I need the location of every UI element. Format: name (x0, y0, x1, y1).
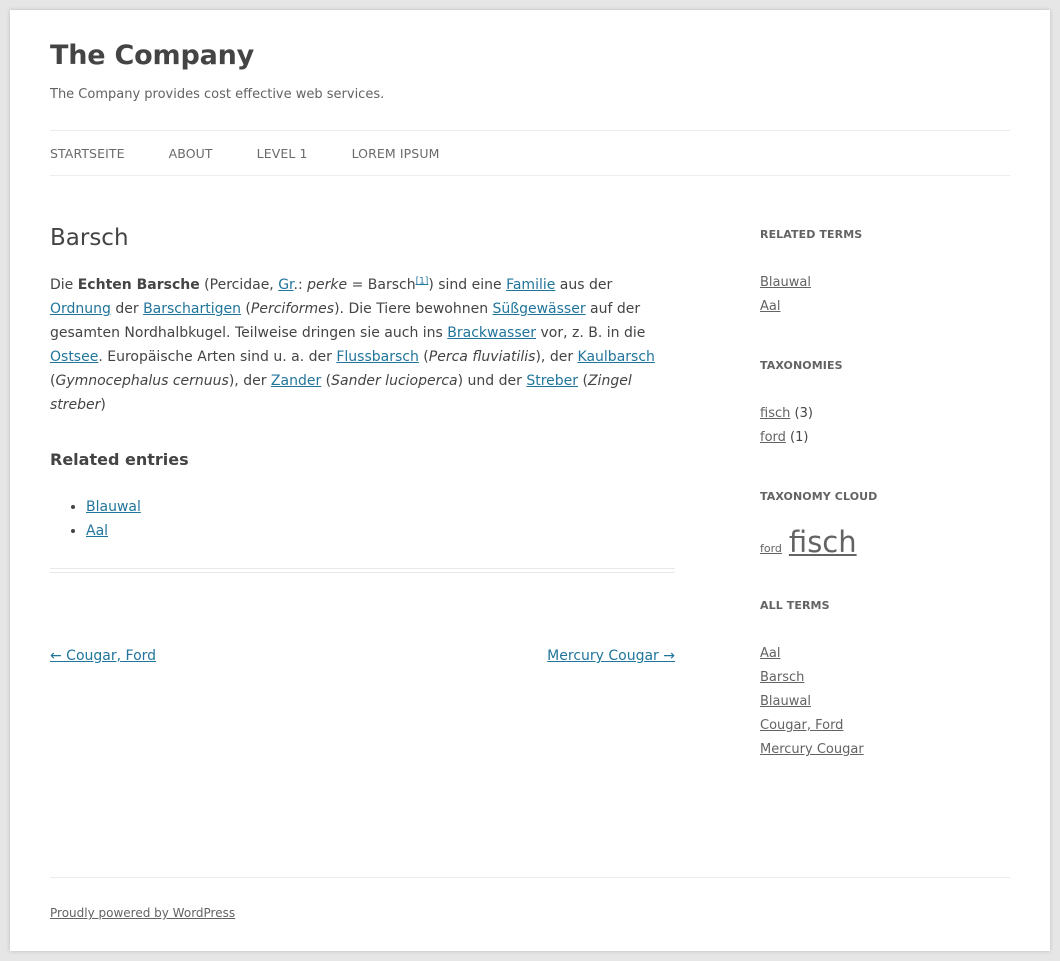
text: ), der (228, 373, 271, 389)
main-navigation: STARTSEITE ABOUT LEVEL 1 LOREM IPSUM (50, 130, 1010, 176)
link-gr[interactable]: Gr (278, 277, 293, 293)
text: . Europäische Arten sind u. a. der (98, 349, 337, 365)
link-brackwasser[interactable]: Brackwasser (447, 325, 536, 341)
link-ordnung[interactable]: Ordnung (50, 301, 111, 317)
text: ) und der (457, 373, 527, 389)
link-barschartigen[interactable]: Barschartigen (143, 301, 241, 317)
related-entry-link[interactable]: Blauwal (86, 499, 141, 515)
list-item: ford (1) (760, 426, 1010, 450)
text: ( (321, 373, 332, 389)
term-link[interactable]: Barsch (760, 670, 804, 685)
all-terms-list: Aal Barsch Blauwal Cougar, Ford Mercury … (760, 642, 1010, 762)
term-link[interactable]: Cougar, Ford (760, 718, 843, 733)
text: .: (293, 277, 308, 293)
list-item: Cougar, Ford (760, 714, 1010, 738)
term-link[interactable]: Mercury Cougar (760, 742, 864, 757)
bold-term: Echten Barsche (77, 277, 200, 293)
main-content: Barsch Die Echten Barsche (Percidae, Gr.… (50, 220, 675, 543)
nav-item-level-1[interactable]: LEVEL 1 (257, 146, 308, 161)
footer-divider (50, 877, 1010, 878)
italic-term: Perciformes (250, 301, 335, 317)
italic-term: Perca fluviatilis (428, 349, 536, 365)
widget-title: RELATED TERMS (760, 228, 863, 241)
taxonomy-count: (3) (794, 406, 813, 421)
text: Die (50, 277, 78, 293)
list-item: Aal (760, 642, 1010, 666)
previous-post-link[interactable]: ← Cougar, Ford (50, 648, 156, 664)
taxonomy-cloud: ford fisch (760, 525, 1010, 559)
text: ), der (535, 349, 578, 365)
text: ( (240, 301, 251, 317)
list-item: Blauwal (760, 690, 1010, 714)
taxonomy-link[interactable]: fisch (760, 406, 790, 421)
taxonomies-list: fisch (3) ford (1) (760, 402, 1010, 450)
next-post-link[interactable]: Mercury Cougar → (547, 648, 675, 664)
list-item: Aal (86, 519, 675, 543)
text: ( (578, 373, 588, 389)
taxonomy-link[interactable]: ford (760, 430, 786, 445)
entry-paragraph: Die Echten Barsche (Percidae, Gr.: perke… (50, 273, 675, 417)
page: The Company The Company provides cost ef… (10, 10, 1050, 951)
text: = Barsch (347, 277, 416, 293)
widget-title: TAXONOMIES (760, 359, 843, 372)
nav-item-about[interactable]: ABOUT (169, 146, 213, 161)
text: (Percidae, (199, 277, 279, 293)
term-link[interactable]: Aal (760, 646, 780, 661)
widget-taxonomy-cloud: TAXONOMY CLOUD ford fisch (760, 490, 1010, 559)
text: vor, z. B. in die (536, 325, 646, 341)
link-zander[interactable]: Zander (271, 373, 321, 389)
italic-term: Gymnocephalus cernuus (55, 373, 229, 389)
related-entry-link[interactable]: Aal (86, 523, 108, 539)
text: ). Die Tiere bewohnen (334, 301, 493, 317)
list-item: fisch (3) (760, 402, 1010, 426)
widget-related-terms: RELATED TERMS Blauwal Aal (760, 228, 1010, 319)
related-term-link[interactable]: Blauwal (760, 275, 811, 290)
link-familie[interactable]: Familie (506, 277, 555, 293)
related-entries-list: Blauwal Aal (50, 495, 675, 543)
list-item: Blauwal (760, 271, 1010, 295)
link-suessgewaesser[interactable]: Süßgewässer (493, 301, 586, 317)
list-item: Barsch (760, 666, 1010, 690)
site-tagline: The Company provides cost effective web … (50, 87, 385, 102)
site-title[interactable]: The Company (50, 40, 254, 71)
widget-taxonomies: TAXONOMIES fisch (3) ford (1) (760, 359, 1010, 450)
related-terms-list: Blauwal Aal (760, 271, 1010, 319)
nav-item-lorem-ipsum[interactable]: LOREM IPSUM (352, 146, 440, 161)
text: ) sind eine (428, 277, 507, 293)
link-ostsee[interactable]: Ostsee (50, 349, 98, 365)
taxonomy-count: (1) (790, 430, 809, 445)
text: aus der (555, 277, 613, 293)
post-navigation: ← Cougar, Ford Mercury Cougar → (50, 648, 675, 664)
italic-term: Sander lucioperca (331, 373, 458, 389)
list-item: Aal (760, 295, 1010, 319)
footnote-link[interactable]: [1] (416, 276, 429, 286)
text: ( (418, 349, 429, 365)
powered-by-link[interactable]: Proudly powered by WordPress (50, 906, 235, 920)
nav-item-startseite[interactable]: STARTSEITE (50, 146, 125, 161)
related-entries-heading: Related entries (50, 450, 189, 469)
link-streber[interactable]: Streber (526, 373, 578, 389)
content-divider (50, 568, 675, 573)
widget-all-terms: ALL TERMS Aal Barsch Blauwal Cougar, For… (760, 599, 1010, 762)
widget-title: TAXONOMY CLOUD (760, 490, 878, 503)
list-item: Blauwal (86, 495, 675, 519)
widget-title: ALL TERMS (760, 599, 830, 612)
site-footer: Proudly powered by WordPress (50, 906, 235, 920)
cloud-tag-fisch[interactable]: fisch (789, 525, 857, 559)
text: der (110, 301, 144, 317)
text: ) (100, 397, 106, 413)
italic-term: perke (307, 277, 348, 293)
cloud-tag-ford[interactable]: ford (760, 542, 782, 555)
sidebar: RELATED TERMS Blauwal Aal TAXONOMIES fis… (760, 228, 1010, 802)
entry-content: Die Echten Barsche (Percidae, Gr.: perke… (50, 273, 675, 417)
link-kaulbarsch[interactable]: Kaulbarsch (578, 349, 655, 365)
term-link[interactable]: Blauwal (760, 694, 811, 709)
link-flussbarsch[interactable]: Flussbarsch (336, 349, 419, 365)
entry-title: Barsch (50, 225, 129, 251)
list-item: Mercury Cougar (760, 738, 1010, 762)
related-term-link[interactable]: Aal (760, 299, 780, 314)
